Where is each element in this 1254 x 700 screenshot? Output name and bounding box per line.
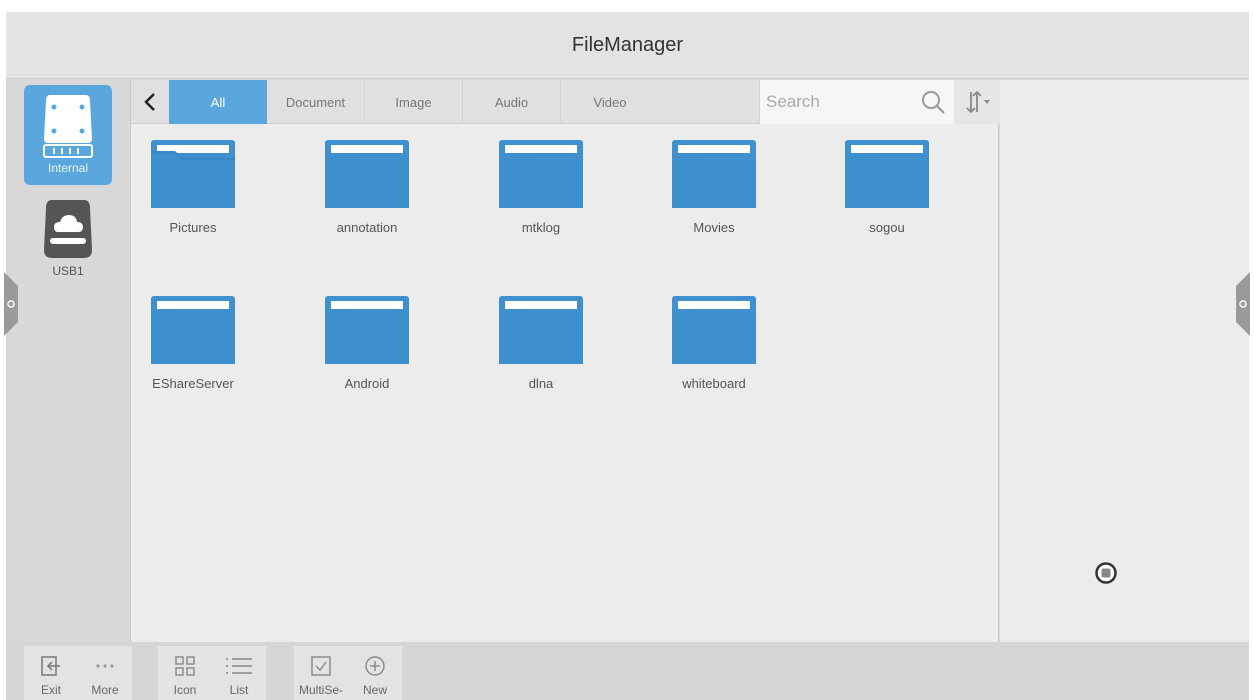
folder-icon xyxy=(499,140,583,208)
folder-item[interactable]: Android xyxy=(305,280,429,400)
tab-label: All xyxy=(210,94,226,110)
folder-item[interactable]: whiteboard xyxy=(652,280,776,400)
toolbar-group-view: Icon List xyxy=(158,646,266,700)
list-view-button[interactable]: List xyxy=(212,646,266,700)
folder-name: Movies xyxy=(693,220,735,235)
folder-item[interactable]: dlna xyxy=(479,280,603,400)
new-folder-button[interactable]: New xyxy=(348,646,402,700)
tab-document[interactable]: Document xyxy=(267,80,365,124)
folder-icon xyxy=(151,140,235,208)
chevron-left-icon xyxy=(144,93,155,111)
floating-menu-icon[interactable] xyxy=(1095,562,1117,584)
right-edge-handle[interactable] xyxy=(1236,272,1250,336)
exit-button[interactable]: Exit xyxy=(24,646,78,700)
hard-drive-icon xyxy=(43,95,93,158)
drive-usb1[interactable]: USB1 xyxy=(24,192,112,288)
folder-icon xyxy=(672,296,756,364)
tab-video[interactable]: Video xyxy=(561,80,659,124)
search-input[interactable] xyxy=(766,88,916,116)
tab-label: Image xyxy=(395,94,432,110)
folder-item[interactable]: annotation xyxy=(305,124,429,244)
folder-icon xyxy=(325,296,409,364)
folder-name: whiteboard xyxy=(682,376,746,391)
folder-item[interactable]: Movies xyxy=(652,124,776,244)
more-button[interactable]: More xyxy=(78,646,132,700)
filter-tab-bar: All Document Image Audio Video xyxy=(131,80,1000,124)
icon-view-label: Icon xyxy=(173,683,197,697)
left-edge-handle[interactable] xyxy=(4,272,18,336)
exit-icon xyxy=(41,656,60,676)
drive-sidebar: Internal USB1 xyxy=(6,80,130,642)
back-button[interactable] xyxy=(131,80,169,124)
drive-label: Internal xyxy=(47,161,89,175)
detail-pane xyxy=(1000,80,1249,642)
search-box xyxy=(759,80,954,124)
drive-internal[interactable]: Internal xyxy=(24,85,112,185)
checkbox-icon xyxy=(311,656,331,676)
list-view-label: List xyxy=(229,683,249,697)
more-icon xyxy=(96,664,114,668)
folder-name: EShareServer xyxy=(152,376,234,391)
folder-icon xyxy=(672,140,756,208)
folder-icon xyxy=(151,296,235,364)
bottom-toolbar: Exit More Icon List MultiSe- New xyxy=(6,642,1249,700)
folder-item[interactable]: Pictures xyxy=(131,124,255,244)
grid-view-icon xyxy=(175,656,195,676)
tab-label: Audio xyxy=(494,94,529,110)
tab-label: Video xyxy=(593,94,627,110)
folder-name: Pictures xyxy=(169,220,217,235)
folder-item[interactable]: mtklog xyxy=(479,124,603,244)
folder-icon xyxy=(325,140,409,208)
folder-name: mtklog xyxy=(521,220,561,235)
title-bar: FileManager xyxy=(6,12,1249,79)
folder-icon xyxy=(845,140,929,208)
toolbar-group-edit: MultiSe- New xyxy=(294,646,402,700)
toolbar-group-nav: Exit More xyxy=(24,646,132,700)
icon-view-button[interactable]: Icon xyxy=(158,646,212,700)
drive-label: USB1 xyxy=(52,264,84,278)
sort-button[interactable] xyxy=(954,80,1000,124)
cloud-drive-icon xyxy=(44,200,92,258)
folder-name: dlna xyxy=(528,376,554,391)
file-browser: All Document Image Audio Video Search Pi… xyxy=(130,80,1000,642)
tab-image[interactable]: Image xyxy=(365,80,463,124)
folder-name: sogou xyxy=(869,220,905,235)
new-label: New xyxy=(362,683,387,697)
multiselect-label: MultiSe- xyxy=(298,683,343,697)
folder-item[interactable]: sogou xyxy=(825,124,949,244)
folder-name: Android xyxy=(344,376,390,391)
tab-label: Document xyxy=(285,94,346,110)
exit-label: Exit xyxy=(40,683,61,697)
folder-icon xyxy=(499,296,583,364)
list-view-icon xyxy=(226,658,252,674)
sort-arrows-icon xyxy=(966,90,990,114)
folder-name: annotation xyxy=(336,220,398,235)
app-title: FileManager xyxy=(571,33,684,56)
search-icon[interactable] xyxy=(920,89,946,115)
multiselect-button[interactable]: MultiSe- xyxy=(294,646,348,700)
tab-audio[interactable]: Audio xyxy=(463,80,561,124)
folder-item[interactable]: EShareServer xyxy=(131,280,255,400)
tab-all[interactable]: All xyxy=(169,80,267,124)
plus-circle-icon xyxy=(365,656,385,676)
more-label: More xyxy=(91,683,119,697)
